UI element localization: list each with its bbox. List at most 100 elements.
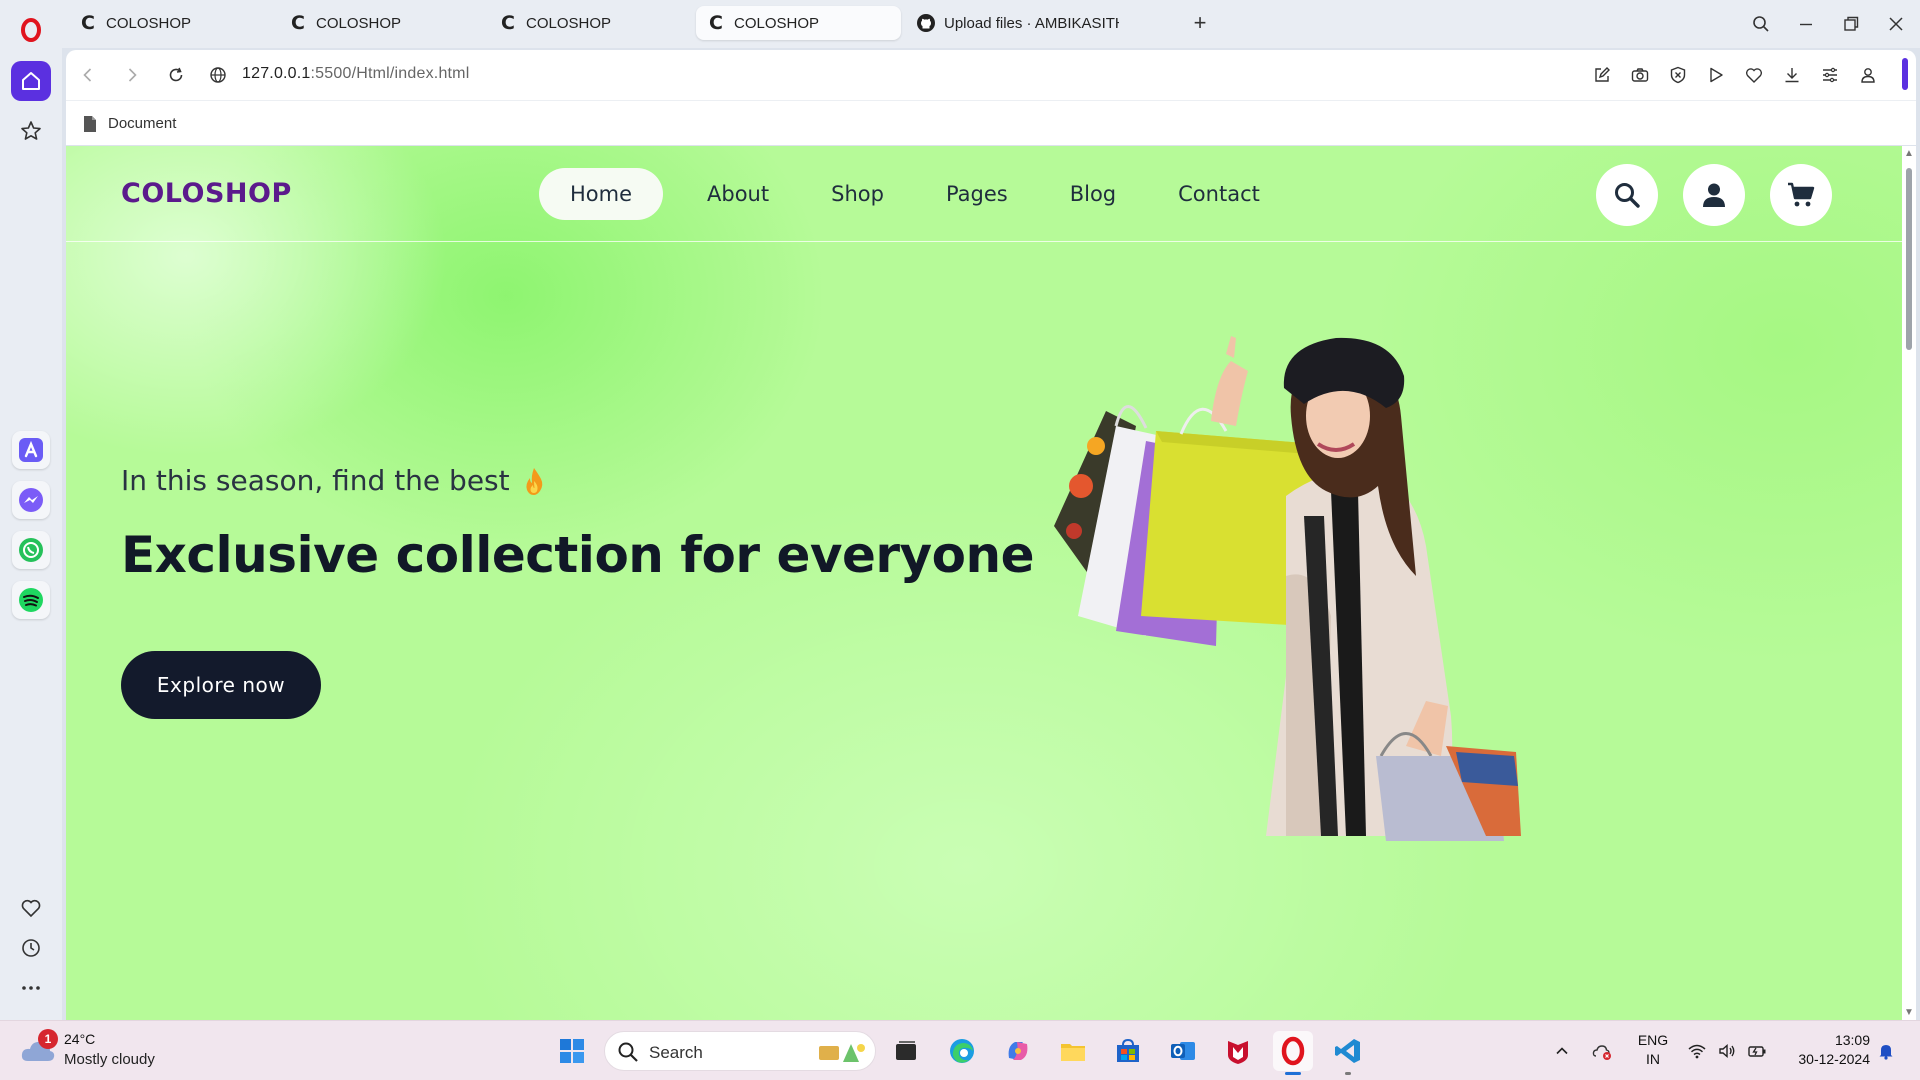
document-icon bbox=[84, 116, 96, 132]
url-host: 127.0.0.1 bbox=[242, 65, 311, 82]
outlook-icon[interactable] bbox=[1163, 1031, 1203, 1071]
opera-taskbar-icon[interactable] bbox=[1273, 1031, 1313, 1075]
search-icon bbox=[1615, 183, 1640, 208]
page-viewport: COLOSHOP Home About Shop Pages Blog Cont… bbox=[66, 146, 1902, 1020]
copilot-icon[interactable] bbox=[998, 1031, 1038, 1071]
microsoft-store-icon[interactable] bbox=[1108, 1031, 1148, 1071]
running-app-indicator bbox=[1345, 1072, 1351, 1075]
url-path: :5500/Html/index.html bbox=[310, 65, 470, 82]
onedrive-error-icon[interactable] bbox=[1590, 1039, 1614, 1063]
messenger-icon[interactable] bbox=[12, 481, 50, 519]
back-arrow-icon[interactable] bbox=[76, 63, 100, 87]
adblock-shield-icon[interactable] bbox=[1666, 63, 1690, 87]
edge-browser-icon[interactable] bbox=[942, 1031, 982, 1071]
weather-alert-badge: 1 bbox=[38, 1029, 58, 1049]
address-bar: 127.0.0.1:5500/Html/index.html bbox=[66, 50, 1916, 100]
site-logo[interactable]: COLOSHOP bbox=[121, 178, 292, 209]
forward-arrow-icon[interactable] bbox=[120, 63, 144, 87]
new-tab-button[interactable]: + bbox=[1189, 12, 1211, 35]
nav-pages[interactable]: Pages bbox=[915, 168, 1039, 220]
scroll-up-icon[interactable]: ▲ bbox=[1904, 148, 1914, 159]
volume-icon[interactable] bbox=[1715, 1039, 1739, 1063]
active-app-indicator bbox=[1285, 1072, 1301, 1075]
bookmark-heart-icon[interactable] bbox=[1742, 63, 1766, 87]
task-view-icon[interactable] bbox=[886, 1031, 926, 1071]
hero-kicker-text: In this season, find the best bbox=[121, 464, 510, 497]
tab-favicon: C bbox=[291, 12, 305, 34]
weather-condition: Mostly cloudy bbox=[64, 1051, 155, 1068]
clock-time: 13:09 bbox=[1834, 1032, 1870, 1048]
notification-bell-icon[interactable] bbox=[1874, 1039, 1898, 1063]
tab-search-icon[interactable] bbox=[1745, 8, 1777, 40]
clock-date: 30-12-2024 bbox=[1798, 1051, 1870, 1067]
restore-icon[interactable] bbox=[1835, 8, 1867, 40]
page-scrollbar[interactable]: ▲ ▼ bbox=[1902, 146, 1916, 1020]
whatsapp-icon[interactable] bbox=[12, 531, 50, 569]
taskbar-search-label: Search bbox=[649, 1043, 703, 1062]
weather-temperature: 24°C bbox=[64, 1031, 96, 1047]
tab-title: COLOSHOP bbox=[526, 14, 612, 32]
close-window-icon[interactable] bbox=[1880, 8, 1912, 40]
hero-headline: Exclusive collection for everyone bbox=[121, 526, 1035, 584]
browser-tab-2[interactable]: C COLOSHOP bbox=[278, 6, 483, 40]
nav-about[interactable]: About bbox=[663, 168, 800, 220]
cart-icon bbox=[1788, 182, 1815, 207]
sidebar-accent-bar bbox=[1902, 58, 1908, 90]
spotify-icon[interactable] bbox=[12, 581, 50, 619]
browser-tab-4-active[interactable]: C COLOSHOP bbox=[696, 6, 901, 40]
history-clock-icon[interactable] bbox=[11, 928, 51, 968]
snapshot-camera-icon[interactable] bbox=[1628, 63, 1652, 87]
tab-favicon: C bbox=[501, 12, 515, 34]
windows-taskbar: 1 24°C Mostly cloudy Search ENG IN 13:09… bbox=[0, 1020, 1920, 1080]
minimize-icon[interactable] bbox=[1790, 8, 1822, 40]
cart-button[interactable] bbox=[1770, 164, 1832, 226]
tab-strip: C COLOSHOP C COLOSHOP C COLOSHOP C COLOS… bbox=[62, 0, 1920, 48]
home-icon[interactable] bbox=[11, 61, 51, 101]
hero-kicker: In this season, find the best bbox=[121, 464, 546, 497]
more-options-icon[interactable] bbox=[11, 968, 51, 1008]
reload-icon[interactable] bbox=[164, 63, 188, 87]
mcafee-icon[interactable] bbox=[1218, 1031, 1258, 1071]
profile-icon[interactable] bbox=[1856, 63, 1880, 87]
search-highlight-icon bbox=[819, 1044, 865, 1062]
tray-overflow-chevron-icon[interactable] bbox=[1550, 1039, 1574, 1063]
search-button[interactable] bbox=[1596, 164, 1658, 226]
player-play-icon[interactable] bbox=[1704, 63, 1728, 87]
opera-logo-icon[interactable] bbox=[11, 10, 51, 50]
lang-code: ENG bbox=[1637, 1032, 1669, 1048]
browser-tab-5[interactable]: Upload files · AMBIKASITH bbox=[906, 6, 1176, 40]
explore-now-button[interactable]: Explore now bbox=[121, 651, 321, 719]
battery-charging-icon[interactable] bbox=[1745, 1039, 1769, 1063]
site-info-globe-icon[interactable] bbox=[206, 63, 230, 87]
taskbar-search-box[interactable]: Search bbox=[604, 1031, 876, 1071]
tab-favicon: C bbox=[81, 12, 95, 34]
bookmark-document[interactable]: Document bbox=[108, 115, 176, 132]
wifi-icon[interactable] bbox=[1685, 1039, 1709, 1063]
weather-widget[interactable]: 1 24°C Mostly cloudy bbox=[20, 1029, 200, 1073]
nav-home[interactable]: Home bbox=[539, 168, 664, 220]
file-explorer-icon[interactable] bbox=[1053, 1031, 1093, 1071]
nav-shop[interactable]: Shop bbox=[800, 168, 915, 220]
url-field[interactable]: 127.0.0.1:5500/Html/index.html bbox=[242, 65, 469, 83]
edit-share-icon[interactable] bbox=[1590, 63, 1614, 87]
system-clock[interactable]: 13:09 30-12-2024 bbox=[1774, 1031, 1870, 1069]
main-nav: Home About Shop Pages Blog Contact bbox=[539, 168, 1291, 220]
browser-tab-3[interactable]: C COLOSHOP bbox=[488, 6, 693, 40]
aria-ai-icon[interactable] bbox=[12, 431, 50, 469]
nav-blog[interactable]: Blog bbox=[1039, 168, 1147, 220]
easy-setup-icon[interactable] bbox=[1818, 63, 1842, 87]
opera-sidebar bbox=[0, 0, 62, 1020]
star-icon[interactable] bbox=[11, 111, 51, 151]
download-icon[interactable] bbox=[1780, 63, 1804, 87]
input-language-indicator[interactable]: ENG IN bbox=[1633, 1031, 1673, 1069]
nav-contact[interactable]: Contact bbox=[1147, 168, 1291, 220]
browser-tab-1[interactable]: C COLOSHOP bbox=[68, 6, 273, 40]
scroll-down-icon[interactable]: ▼ bbox=[1904, 1007, 1914, 1018]
tab-favicon: C bbox=[709, 12, 723, 34]
account-button[interactable] bbox=[1683, 164, 1745, 226]
vscode-icon[interactable] bbox=[1328, 1031, 1368, 1075]
heart-icon[interactable] bbox=[11, 888, 51, 928]
scrollbar-thumb[interactable] bbox=[1906, 168, 1912, 350]
windows-start-icon[interactable] bbox=[552, 1031, 592, 1071]
tab-title: Upload files · AMBIKASITH bbox=[944, 14, 1119, 32]
